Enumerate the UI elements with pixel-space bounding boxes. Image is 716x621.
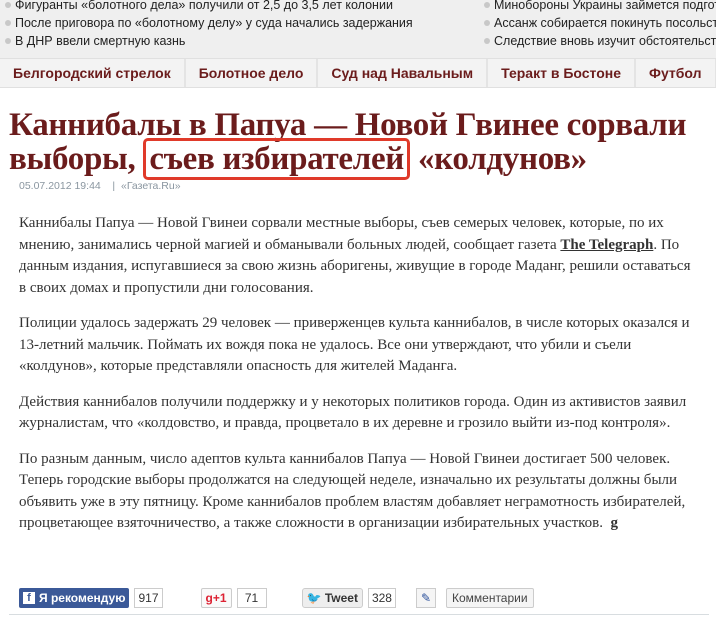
title-highlight: съев избирателей [143,138,410,180]
paragraph: По разным данным, число адептов культа к… [19,449,691,535]
facebook-count: 917 [134,588,163,608]
text: По разным данным, число адептов культа к… [19,450,686,532]
divider [9,614,709,615]
top-news: Фигуранты «болотного дела» получили от 2… [0,0,716,58]
paragraph: Действия каннибалов получили поддержку и… [19,393,687,432]
nav-item[interactable]: Болотное дело [186,59,319,87]
news-link[interactable]: Следствие вновь изучит обстоятельства [479,32,716,50]
paragraph: Полиции удалось задержать 29 человек — п… [19,315,690,374]
article-meta: 05.07.2012 19:44 | «Газета.Ru» [19,180,181,192]
news-link[interactable]: Ассанж собирается покинуть посольств [479,14,716,32]
label: Tweet [324,591,358,605]
twitter-bird-icon: 🐦 [306,591,322,605]
comments-button[interactable]: Комментарии [445,588,534,608]
facebook-icon: f [23,592,35,604]
tweet-button[interactable]: 🐦 Tweet [301,588,363,608]
news-link[interactable]: Минобороны Украины займется подгото [479,0,716,14]
article-source[interactable]: «Газета.Ru» [121,180,181,192]
pencil-icon[interactable]: ✎ [415,588,436,608]
gplus-icon: g [205,591,213,605]
topic-nav: Белгородский стрелок Болотное дело Суд н… [0,58,716,88]
share-bar: f Я рекомендую 917 g+1 71 🐦 Tweet 328 ✎ К… [19,588,534,608]
separator: | [112,180,116,192]
gplus-count: 71 [236,588,267,608]
label: Я рекомендую [39,591,126,605]
article-title: Каннибалы в Папуа — Новой Гвинее сорвали… [9,108,709,180]
label: +1 [212,591,227,605]
nav-item[interactable]: Теракт в Бостоне [488,59,637,87]
facebook-recommend-button[interactable]: f Я рекомендую [19,588,130,608]
news-link[interactable]: После приговора по «болотному делу» у су… [0,14,413,32]
article-body: Каннибалы Папуа — Новой Гвинеи сорвали м… [19,213,691,549]
gplus-button[interactable]: g+1 [200,588,232,608]
article-date: 05.07.2012 19:44 [19,180,101,192]
news-link[interactable]: Фигуранты «болотного дела» получили от 2… [0,0,413,14]
gazeta-logo-mark: g [610,515,619,531]
nav-item[interactable]: Футбол [636,59,716,87]
telegraph-link[interactable]: The Telegraph [560,237,653,253]
nav-item[interactable]: Белгородский стрелок [0,59,186,87]
news-column-left: Фигуранты «болотного дела» получили от 2… [0,0,413,50]
paragraph: Каннибалы Папуа — Новой Гвинеи сорвали м… [19,213,691,299]
title-text: «колдунов» [410,141,587,177]
nav-item[interactable]: Суд над Навальным [318,59,489,87]
news-column-right: Минобороны Украины займется подгото Асса… [479,0,716,50]
news-link[interactable]: В ДНР ввели смертную казнь [0,32,413,50]
tweet-count: 328 [367,588,396,608]
